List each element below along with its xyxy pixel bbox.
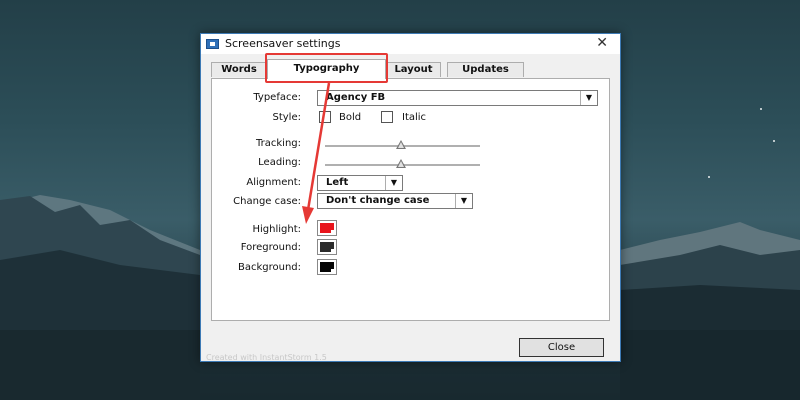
bold-checkbox[interactable] [319,111,331,123]
alignment-label: Alignment: [246,177,301,188]
tracking-label: Tracking: [256,138,301,149]
close-button[interactable]: Close [519,338,604,357]
window-title: Screensaver settings [225,37,341,50]
italic-label: Italic [402,112,427,123]
change-case-label: Change case: [233,196,301,207]
tab-words[interactable]: Words [211,62,267,77]
chevron-down-icon: ▼ [455,194,472,208]
typeface-value: Agency FB [326,92,386,103]
app-icon [206,39,219,49]
italic-checkbox[interactable] [381,111,393,123]
style-label: Style: [272,112,302,123]
foreground-label: Foreground: [240,242,301,253]
alignment-value: Left [326,177,349,188]
title-bar: Screensaver settings ✕ [201,34,620,54]
tab-updates[interactable]: Updates [447,62,524,77]
tab-layout[interactable]: Layout [386,62,441,77]
star [773,140,775,142]
background-label: Background: [237,262,301,273]
change-case-select[interactable]: Don't change case ▼ [317,193,473,209]
footer-credit: Created with InstantStorm 1.5 [206,353,327,362]
star [760,108,762,110]
highlight-color-swatch[interactable] [317,220,337,236]
typeface-label: Typeface: [253,92,301,103]
leading-slider-thumb[interactable] [396,159,406,168]
annotation-highlight-box [265,53,388,83]
close-icon[interactable]: ✕ [596,35,608,51]
typeface-select[interactable]: Agency FB ▼ [317,90,598,106]
tracking-slider-thumb[interactable] [396,140,406,149]
background-color-swatch[interactable] [317,259,337,275]
foreground-color-swatch[interactable] [317,239,337,255]
leading-label: Leading: [258,157,301,168]
highlight-label: Highlight: [252,224,301,235]
bold-label: Bold [339,112,362,123]
chevron-down-icon: ▼ [580,91,597,105]
settings-window: Screensaver settings ✕ Words Typography … [200,33,621,362]
chevron-down-icon: ▼ [385,176,402,190]
alignment-select[interactable]: Left ▼ [317,175,403,191]
change-case-value: Don't change case [326,195,430,206]
star [708,176,710,178]
